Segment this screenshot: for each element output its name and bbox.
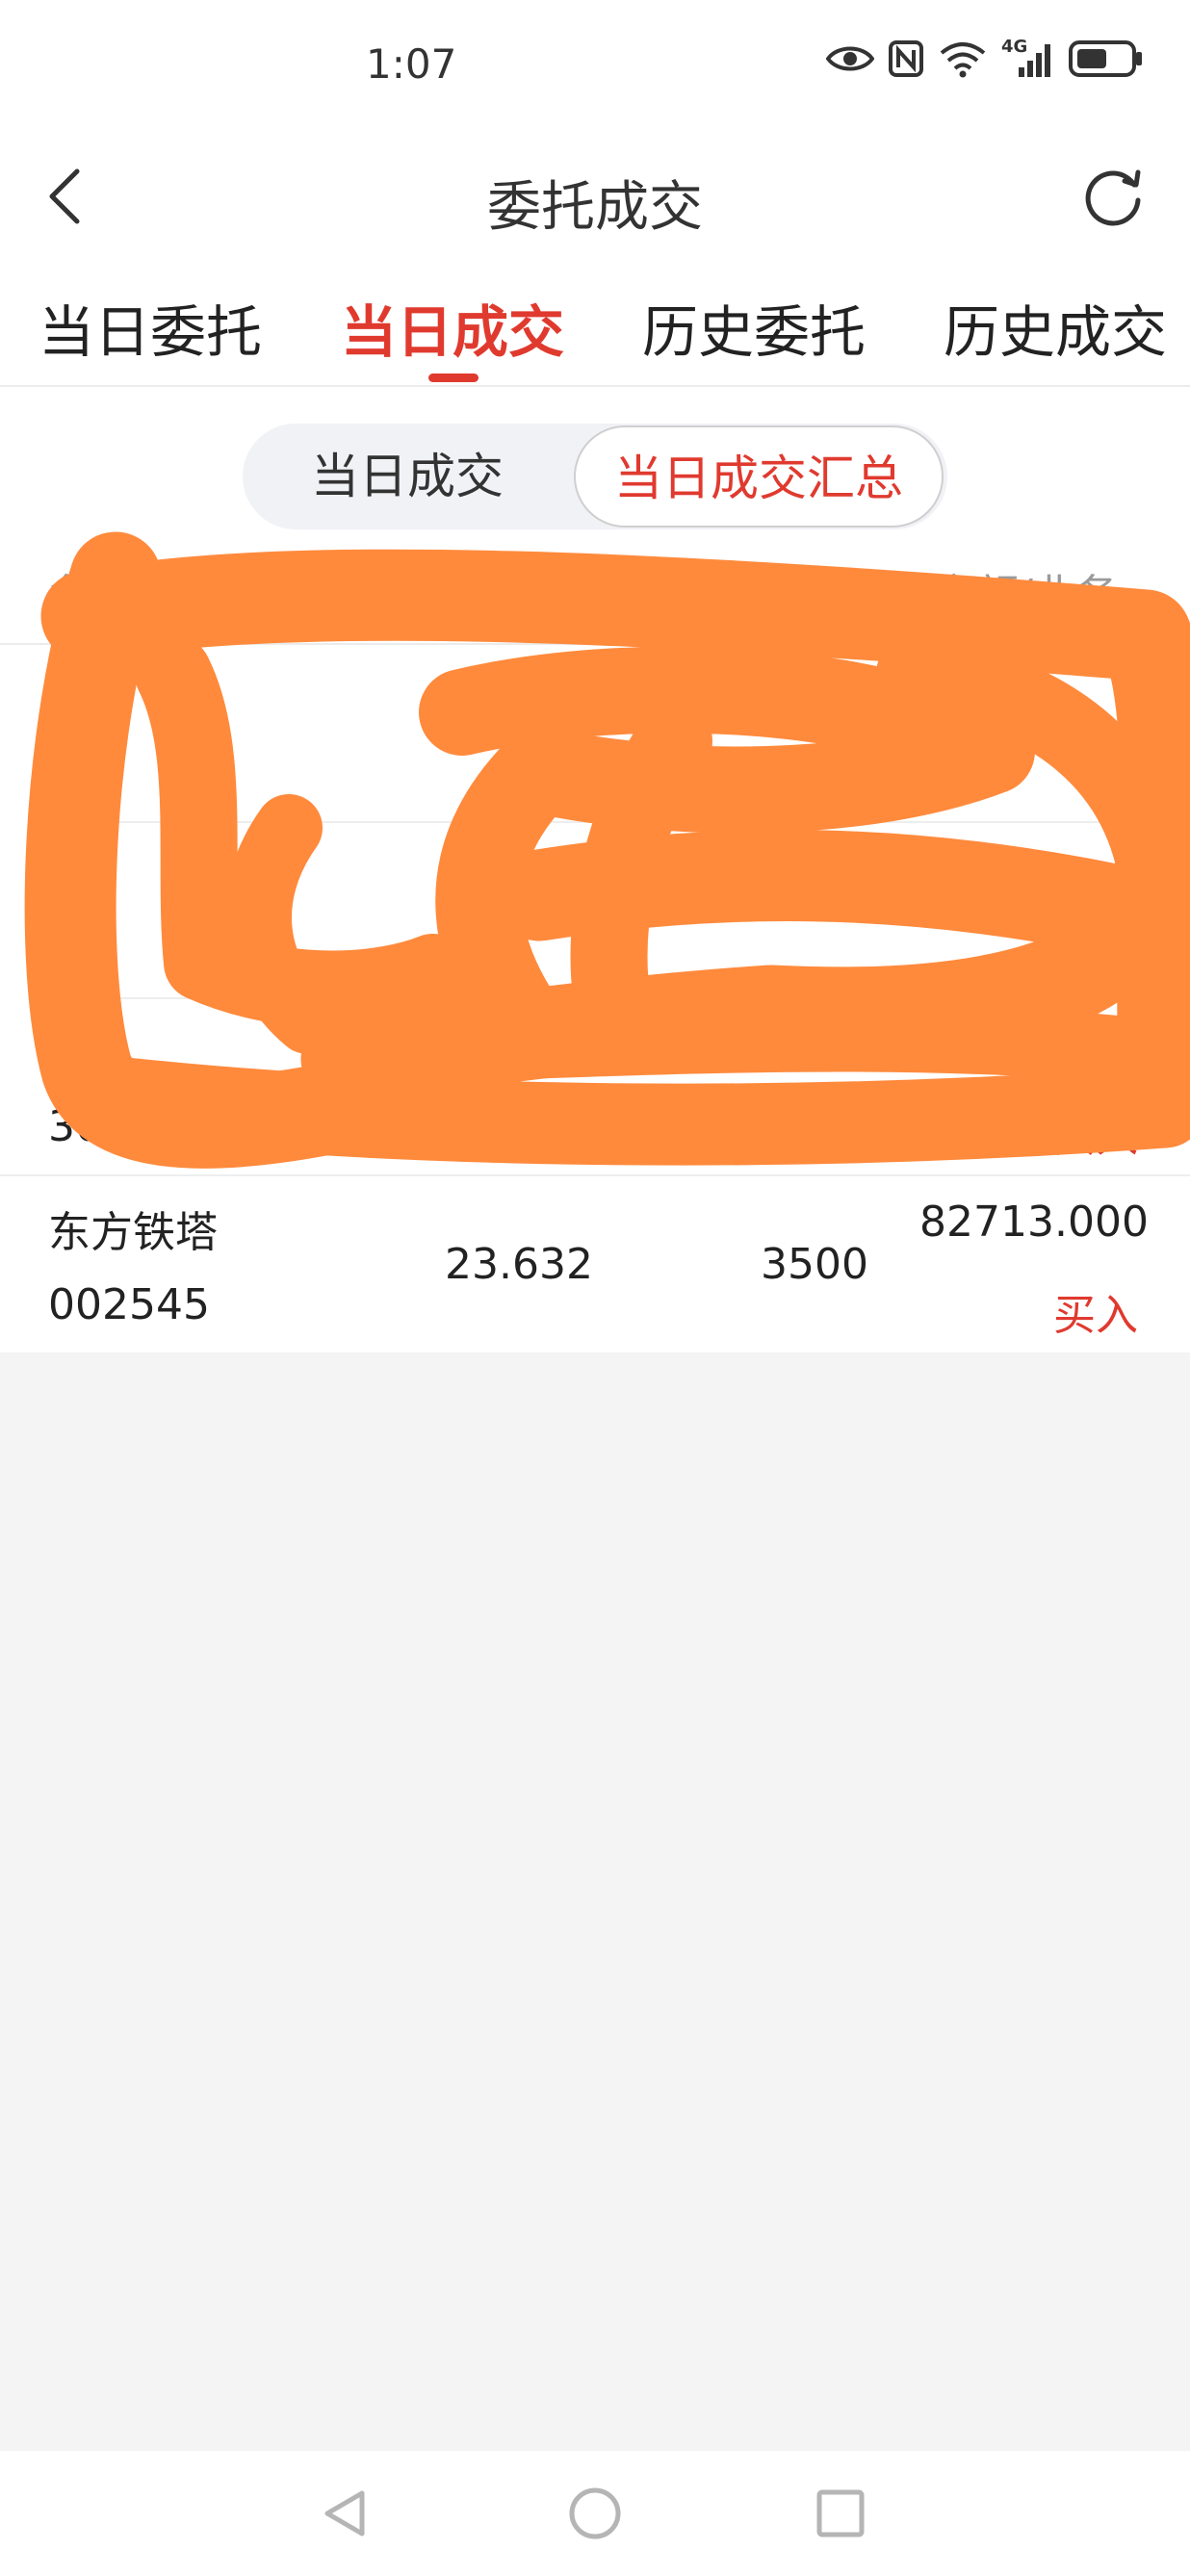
top-tabs: 当日委托 当日成交 历史委托 历史成交 <box>0 279 1190 385</box>
battery-icon <box>1069 40 1142 77</box>
nav-recents-icon <box>816 2489 865 2537</box>
trade-amount: 82713.000 <box>919 1198 1149 1247</box>
segment-today-summary[interactable]: 当日成交汇总 <box>574 425 944 528</box>
business-type: 买入 <box>1053 1291 1138 1340</box>
title-bar: 委托成交 <box>0 144 1190 241</box>
tabs-divider <box>0 385 1190 387</box>
nav-home-button[interactable] <box>561 2480 629 2547</box>
avg-price: 23.632 <box>445 1240 593 1289</box>
col-avg-price: 成交均价 <box>402 571 572 620</box>
system-nav-bar <box>0 2451 1190 2576</box>
nav-back-icon <box>324 2490 365 2537</box>
refresh-icon <box>1085 169 1141 226</box>
nav-home-icon <box>569 2487 621 2539</box>
col-volume: 成交量 <box>726 571 853 620</box>
partial-stock-code: 300 <box>48 1102 129 1151</box>
col-name-code: 名称/代码 <box>48 571 232 620</box>
header-divider <box>0 643 1190 645</box>
nfc-icon <box>889 40 923 77</box>
table-header: 名称/代码 成交均价 成交量 成交额/业务 <box>0 549 1190 645</box>
eye-icon <box>826 46 874 71</box>
row-divider <box>48 997 1190 999</box>
partial-business-type: 买入 <box>1053 1113 1138 1162</box>
segment-control: 当日成交 当日成交汇总 <box>243 424 947 529</box>
status-icons: 4G <box>826 37 1144 79</box>
signal-4g-icon: 4G <box>1001 37 1055 79</box>
refresh-button[interactable] <box>1074 158 1151 235</box>
tab-today-orders[interactable]: 当日委托 <box>39 287 262 368</box>
row-divider <box>0 1174 1190 1176</box>
nav-back-button[interactable] <box>312 2480 379 2547</box>
segment-today-trades[interactable]: 当日成交 <box>243 424 572 529</box>
stock-code: 002545 <box>48 1280 210 1329</box>
wifi-icon <box>940 42 986 78</box>
status-time: 1:07 <box>366 40 457 88</box>
row-divider <box>48 821 1190 823</box>
stock-name: 东方铁塔 <box>48 1208 218 1257</box>
nav-recents-button[interactable] <box>807 2480 874 2547</box>
tab-history-trades[interactable]: 历史成交 <box>944 287 1167 368</box>
tab-history-orders[interactable]: 历史委托 <box>642 287 866 368</box>
active-tab-indicator <box>428 374 479 382</box>
tab-today-trades[interactable]: 当日成交 <box>341 287 564 368</box>
page-title: 委托成交 <box>487 176 703 239</box>
status-bar: 1:07 4G <box>0 0 1190 125</box>
col-amount-business: 成交额/业务 <box>892 571 1118 620</box>
volume: 3500 <box>761 1240 868 1289</box>
